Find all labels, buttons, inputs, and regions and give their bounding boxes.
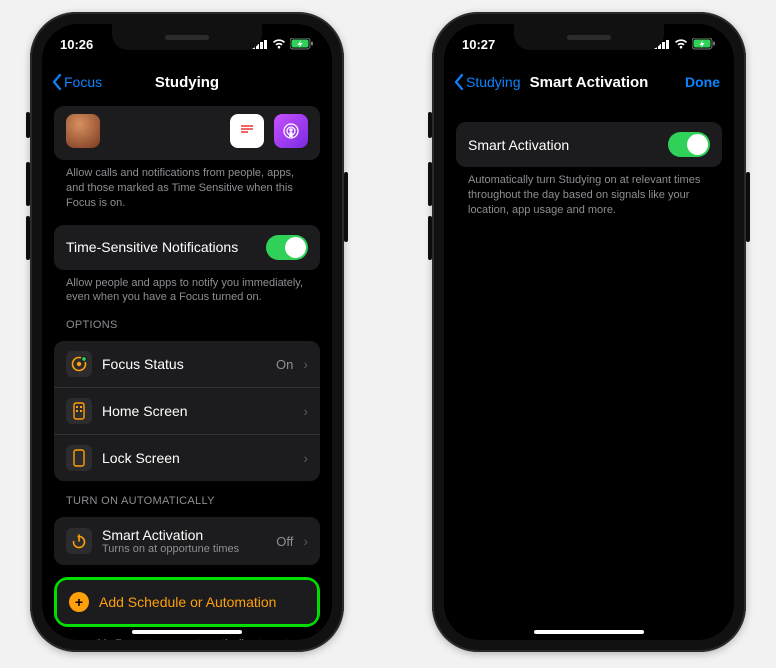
- wifi-icon: [674, 39, 688, 49]
- add-schedule-group: + Add Schedule or Automation: [57, 580, 317, 624]
- options-header: OPTIONS: [54, 305, 320, 335]
- tsn-group: Time-Sensitive Notifications: [54, 225, 320, 270]
- home-indicator[interactable]: [132, 630, 242, 634]
- option-focus-status[interactable]: Focus Status On ›: [54, 341, 320, 387]
- tsn-footer: Allow people and apps to notify you imme…: [54, 270, 320, 306]
- back-label: Focus: [64, 74, 102, 90]
- power-icon: [66, 528, 92, 554]
- lock-screen-icon: [66, 445, 92, 471]
- chevron-left-icon: [52, 74, 62, 90]
- status-time: 10:27: [462, 37, 495, 52]
- smart-activation-row[interactable]: Smart Activation: [456, 122, 722, 167]
- smart-activation-footer: Automatically turn Studying on at releva…: [456, 167, 722, 218]
- chevron-right-icon: ›: [303, 403, 308, 419]
- plus-icon: +: [69, 592, 89, 612]
- options-group: Focus Status On › Home Screen ›: [54, 341, 320, 481]
- phone-right: 10:27 Studying Smart Activation Done: [432, 12, 746, 652]
- smart-sub: Turns on at opportune times: [102, 543, 266, 555]
- page-title: Smart Activation: [530, 74, 649, 91]
- back-button[interactable]: Focus: [52, 74, 102, 90]
- smart-activation-group: Smart Activation Turns on at opportune t…: [54, 517, 320, 565]
- smart-label: Smart Activation: [102, 527, 266, 543]
- option-lock-screen[interactable]: Lock Screen ›: [54, 434, 320, 481]
- option-label: Lock Screen: [102, 450, 293, 466]
- contact-avatar[interactable]: [66, 114, 100, 148]
- option-value: On: [276, 357, 293, 372]
- allowed-notifications-group: [54, 106, 320, 160]
- focus-status-icon: [66, 351, 92, 377]
- battery-icon: [290, 38, 314, 50]
- tsn-row[interactable]: Time-Sensitive Notifications: [54, 225, 320, 270]
- notch: [112, 24, 262, 50]
- home-indicator[interactable]: [534, 630, 644, 634]
- smart-activation-label: Smart Activation: [468, 137, 658, 153]
- nav-bar: Focus Studying: [42, 64, 332, 100]
- tsn-toggle[interactable]: [266, 235, 308, 260]
- add-schedule-label: Add Schedule or Automation: [99, 594, 276, 610]
- allowed-footer: Allow calls and notifications from peopl…: [54, 160, 320, 211]
- wifi-icon: [272, 39, 286, 49]
- nav-bar: Studying Smart Activation Done: [444, 64, 734, 100]
- phone-left: 10:26 Focus Studying: [30, 12, 344, 652]
- app-icon-podcasts[interactable]: [274, 114, 308, 148]
- tsn-label: Time-Sensitive Notifications: [66, 239, 256, 255]
- notch: [514, 24, 664, 50]
- home-screen-icon: [66, 398, 92, 424]
- chevron-left-icon: [454, 74, 464, 90]
- chevron-right-icon: ›: [303, 356, 308, 372]
- battery-icon: [692, 38, 716, 50]
- highlight-box: + Add Schedule or Automation: [54, 577, 320, 627]
- smart-activation-row[interactable]: Smart Activation Turns on at opportune t…: [54, 517, 320, 565]
- auto-header: TURN ON AUTOMATICALLY: [54, 481, 320, 511]
- status-time: 10:26: [60, 37, 93, 52]
- option-label: Home Screen: [102, 403, 293, 419]
- smart-value: Off: [276, 534, 293, 549]
- add-schedule-button[interactable]: + Add Schedule or Automation: [57, 580, 317, 624]
- done-button[interactable]: Done: [685, 74, 720, 90]
- back-label: Studying: [466, 74, 520, 90]
- smart-activation-toggle[interactable]: [668, 132, 710, 157]
- smart-activation-group: Smart Activation: [456, 122, 722, 167]
- chevron-right-icon: ›: [303, 450, 308, 466]
- chevron-right-icon: ›: [303, 533, 308, 549]
- back-button[interactable]: Studying: [454, 74, 520, 90]
- page-title: Studying: [155, 74, 219, 91]
- app-icon-news[interactable]: [230, 114, 264, 148]
- option-home-screen[interactable]: Home Screen ›: [54, 387, 320, 434]
- option-label: Focus Status: [102, 356, 266, 372]
